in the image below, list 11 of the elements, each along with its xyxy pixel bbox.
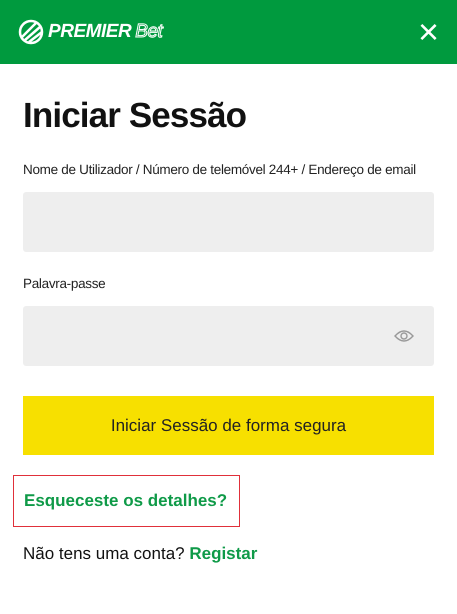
forgot-details-link[interactable]: Esqueceste os detalhes? — [13, 475, 240, 527]
submit-button[interactable]: Iniciar Sessão de forma segura — [23, 396, 434, 456]
password-field[interactable] — [23, 306, 434, 366]
register-link[interactable]: Registar — [189, 544, 258, 563]
page-title: Iniciar Sessão — [23, 95, 248, 137]
field-label: Nome de Utilizador / Número de telemóvel 244+ / Endereço de email — [23, 160, 417, 179]
close-button[interactable]: × — [418, 14, 439, 50]
logo-icon — [18, 19, 44, 45]
signup-prompt: Não tens uma conta? — [23, 544, 185, 563]
field-label: Palavra-passe — [23, 275, 106, 293]
eye-icon[interactable] — [394, 329, 414, 344]
